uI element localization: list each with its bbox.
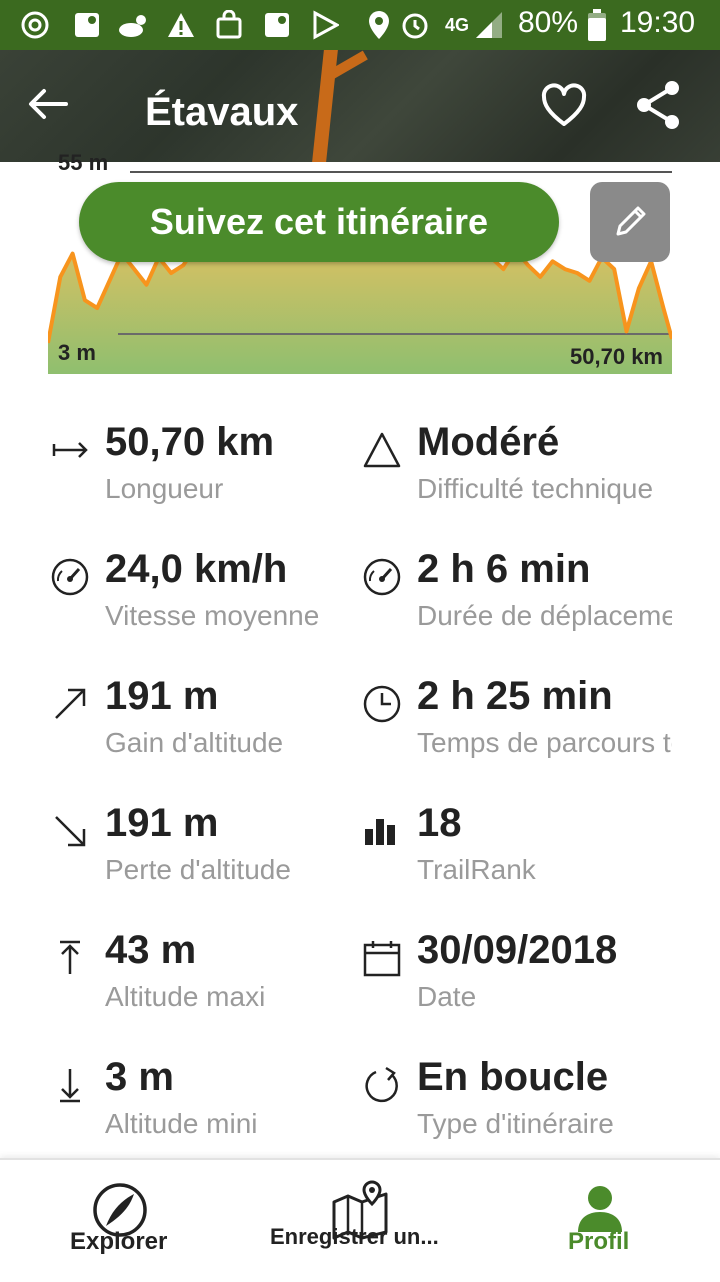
share-button[interactable] bbox=[630, 76, 688, 134]
stat-value: 2 h 25 min bbox=[417, 674, 613, 718]
min-altitude-icon bbox=[50, 1065, 90, 1105]
bottom-navigation: Explorer Enregistrer un... Profil bbox=[0, 1158, 720, 1282]
weather-night-icon bbox=[116, 8, 150, 42]
loop-icon bbox=[362, 1065, 402, 1105]
stat-elevation-gain: 191 m Gain d'altitude bbox=[50, 674, 360, 784]
chart-max-label: 55 m bbox=[58, 150, 109, 175]
stat-value: 2 h 6 min bbox=[417, 547, 591, 591]
stat-average-speed: 24,0 km/h Vitesse moyenne bbox=[50, 547, 360, 657]
stat-max-altitude: 43 m Altitude maxi bbox=[50, 928, 360, 1038]
nav-label: Enregistrer un... bbox=[270, 1224, 439, 1249]
nav-profile[interactable]: Profil bbox=[480, 1160, 720, 1282]
maps-notification-icon bbox=[70, 8, 104, 42]
chart-max-line bbox=[130, 171, 672, 173]
stat-moving-time: 2 h 6 min Durée de déplacement bbox=[362, 547, 672, 657]
nav-record[interactable]: Enregistrer un... bbox=[240, 1160, 480, 1282]
share-icon bbox=[637, 81, 679, 129]
stat-value: 191 m bbox=[105, 674, 219, 718]
stat-label: Altitude mini bbox=[105, 1108, 258, 1139]
stat-value: 3 m bbox=[105, 1055, 174, 1099]
favorite-button[interactable] bbox=[538, 80, 590, 132]
speedometer-icon bbox=[362, 557, 402, 597]
elevation-loss-icon bbox=[50, 811, 90, 851]
network-4g-icon: 4G bbox=[444, 14, 469, 35]
stat-value: Modéré bbox=[417, 420, 560, 464]
battery-icon bbox=[580, 8, 614, 42]
nav-label: Explorer bbox=[70, 1228, 168, 1255]
page-title: Étavaux bbox=[145, 90, 299, 134]
stat-total-time: 2 h 25 min Temps de parcours total bbox=[362, 674, 672, 784]
stat-label: TrailRank bbox=[417, 854, 536, 885]
alarm-icon bbox=[398, 8, 432, 42]
sync-icon bbox=[18, 8, 52, 42]
speedometer-icon bbox=[50, 557, 90, 597]
stat-label: Perte d'altitude bbox=[105, 854, 291, 885]
status-bar: 4G 80% 19:30 bbox=[0, 0, 720, 50]
chart-distance-label: 50,70 km bbox=[570, 344, 663, 369]
stat-route-type: En boucle Type d'itinéraire bbox=[362, 1055, 672, 1165]
stat-min-altitude: 3 m Altitude mini bbox=[50, 1055, 360, 1165]
stat-label: Gain d'altitude bbox=[105, 727, 284, 758]
stat-elevation-loss: 191 m Perte d'altitude bbox=[50, 801, 360, 911]
stat-label: Type d'itinéraire bbox=[417, 1108, 614, 1139]
heart-icon bbox=[541, 83, 587, 126]
pencil-icon bbox=[616, 206, 646, 236]
stat-value: 43 m bbox=[105, 928, 197, 972]
stat-date: 30/09/2018 Date bbox=[362, 928, 672, 1038]
shopping-bag-icon bbox=[212, 8, 246, 42]
stat-value: En boucle bbox=[417, 1055, 609, 1099]
location-icon bbox=[362, 8, 396, 42]
elevation-gain-icon bbox=[50, 684, 90, 724]
max-altitude-icon bbox=[50, 938, 90, 978]
difficulty-triangle-icon bbox=[362, 430, 402, 470]
stat-label: Longueur bbox=[105, 473, 224, 504]
follow-route-button[interactable]: Suivez cet itinéraire bbox=[79, 182, 559, 262]
signal-icon bbox=[472, 8, 506, 42]
play-store-icon bbox=[308, 8, 342, 42]
stat-difficulty: Modéré Difficulté technique bbox=[362, 420, 672, 530]
nav-label: Profil bbox=[568, 1228, 630, 1255]
length-arrow-icon bbox=[50, 430, 90, 470]
stat-label: Altitude maxi bbox=[105, 981, 266, 1012]
chart-min-label: 3 m bbox=[58, 340, 96, 365]
stat-label: Difficulté technique bbox=[417, 473, 654, 504]
stat-label: Date bbox=[417, 981, 477, 1012]
edit-button[interactable] bbox=[590, 182, 670, 262]
stat-label: Vitesse moyenne bbox=[105, 600, 320, 631]
stat-value: 30/09/2018 bbox=[417, 928, 618, 972]
stat-value: 24,0 km/h bbox=[105, 547, 288, 591]
nav-explore[interactable]: Explorer bbox=[0, 1160, 240, 1282]
clock-icon bbox=[362, 684, 402, 724]
stat-value: 50,70 km bbox=[105, 420, 275, 464]
app-header: Étavaux bbox=[0, 50, 720, 162]
stat-label: Temps de parcours total bbox=[417, 727, 672, 758]
stat-value: 18 bbox=[417, 801, 462, 845]
status-time: 19:30 bbox=[620, 6, 696, 39]
calendar-icon bbox=[362, 938, 402, 978]
maps-notification-icon bbox=[260, 8, 294, 42]
stat-length: 50,70 km Longueur bbox=[50, 420, 360, 530]
battery-percent: 80% bbox=[518, 6, 579, 39]
back-button[interactable] bbox=[22, 78, 74, 130]
stat-trailrank: 18 TrailRank bbox=[362, 801, 672, 911]
stat-value: 191 m bbox=[105, 801, 219, 845]
stat-label: Durée de déplacement bbox=[417, 600, 672, 631]
warning-icon bbox=[164, 8, 198, 42]
back-arrow-icon bbox=[29, 89, 68, 119]
bar-chart-icon bbox=[362, 811, 402, 851]
